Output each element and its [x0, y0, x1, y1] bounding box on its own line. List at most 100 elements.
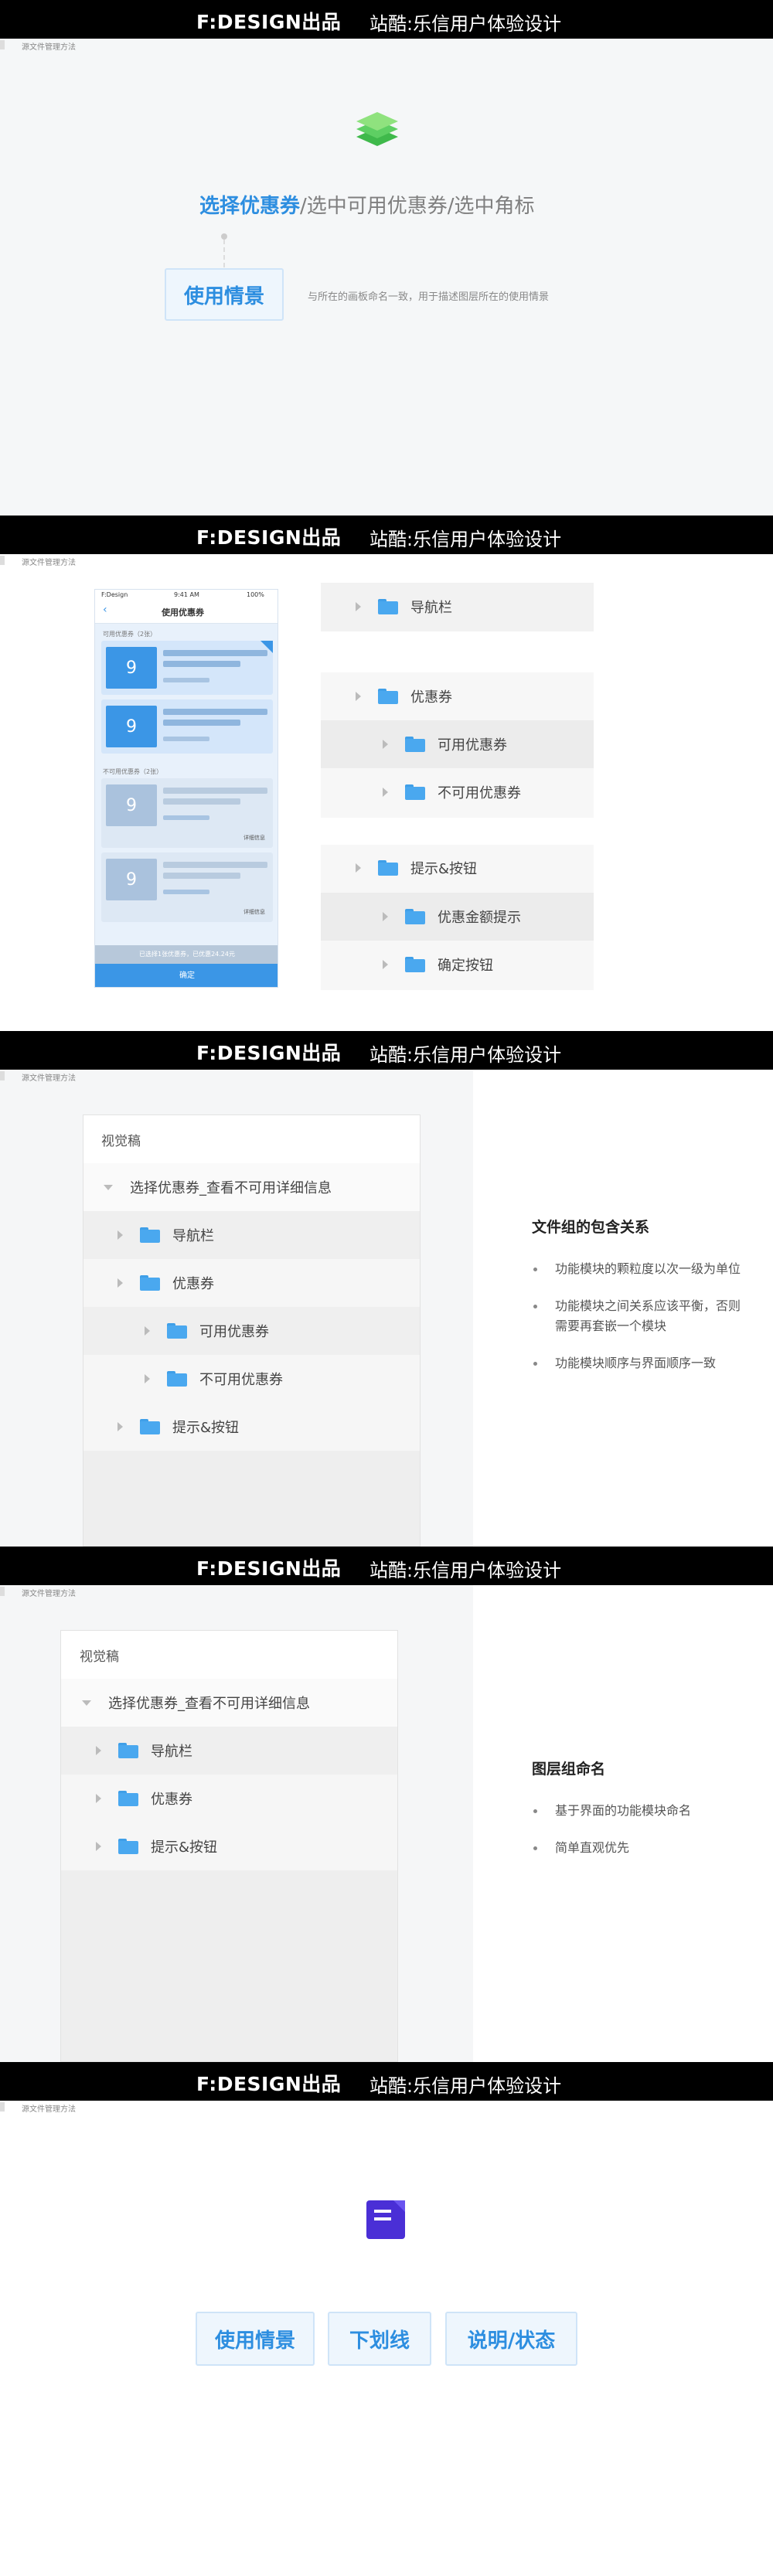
title-rest: /选中可用优惠券/选中角标 — [300, 195, 535, 218]
tree-item-hint[interactable]: 提示&按钮 — [96, 1835, 217, 1858]
banner-logo: F:DESIGN出品 — [196, 1557, 342, 1580]
tree-item-nav[interactable]: 导航栏 — [356, 595, 452, 618]
bullet-list: 基于界面的功能模块命名 简单直观优先 — [532, 1801, 741, 1875]
bullet-item: 功能模块顺序与界面顺序一致 — [532, 1353, 741, 1373]
tree-item-discount-hint[interactable]: 优惠金额提示 — [383, 905, 521, 928]
folder-icon — [118, 1743, 138, 1758]
bullet-list: 功能模块的颗粒度以次一级为单位 功能模块之间关系应该平衡，否则需要再套嵌一个模块… — [532, 1259, 741, 1390]
connector-line — [223, 240, 225, 267]
folder-icon — [167, 1323, 187, 1339]
coupon-card-disabled: 9 详细信息 — [101, 852, 273, 922]
banner-tagline: 站酷:乐信用户体验设计 — [369, 13, 562, 35]
coupon-value: 9 — [106, 859, 157, 900]
folder-icon — [140, 1275, 160, 1291]
expand-icon[interactable] — [96, 1842, 101, 1851]
expand-icon[interactable] — [356, 602, 361, 611]
section-scenario — [0, 0, 773, 516]
expand-icon[interactable] — [356, 863, 361, 873]
bullet-item: 基于界面的功能模块命名 — [532, 1801, 741, 1821]
banner-logo: F:DESIGN出品 — [196, 526, 342, 549]
title-highlight: 选择优惠券 — [199, 195, 301, 218]
expand-icon[interactable] — [145, 1326, 150, 1336]
tree-item-coupon[interactable]: 优惠券 — [96, 1787, 192, 1810]
label-marker — [0, 40, 5, 49]
expand-icon[interactable] — [145, 1374, 150, 1383]
panel-header: 视觉稿 — [80, 1649, 119, 1665]
tree-item-label: 确定按钮 — [438, 958, 493, 974]
more-link[interactable]: 详细信息 — [243, 908, 265, 916]
folder-icon — [405, 784, 425, 800]
status-battery: 100% — [247, 591, 264, 598]
coupon-value: 9 — [106, 647, 157, 689]
tree-root[interactable]: 选择优惠券_查看不可用详细信息 — [104, 1176, 332, 1199]
tree-item-label: 不可用优惠券 — [438, 785, 521, 801]
collapse-icon[interactable] — [104, 1184, 113, 1190]
expand-icon[interactable] — [383, 788, 388, 797]
tree-item-label: 提示&按钮 — [172, 1420, 240, 1436]
tree-item-unavailable[interactable]: 不可用优惠券 — [145, 1367, 283, 1390]
label-marker — [0, 1071, 5, 1080]
back-icon[interactable]: ‹ — [103, 604, 107, 616]
tree-item-hint[interactable]: 提示&按钮 — [117, 1415, 239, 1438]
bullet-item: 功能模块之间关系应该平衡，否则需要再套嵌一个模块 — [532, 1296, 741, 1336]
group-available: 可用优惠券（2张） — [103, 631, 157, 638]
coupon-card[interactable]: 9 — [101, 641, 273, 695]
micro-label: 源文件管理方法 — [22, 1590, 76, 1598]
status-time: 9:41 AM — [174, 591, 199, 598]
banner-logo: F:DESIGN出品 — [196, 1042, 342, 1064]
tree-item-label: 优惠券 — [151, 1792, 192, 1808]
tree-item-unavailable[interactable]: 不可用优惠券 — [383, 781, 521, 804]
tree-root[interactable]: 选择优惠券_查看不可用详细信息 — [82, 1691, 310, 1714]
tree-item-available[interactable]: 可用优惠券 — [145, 1319, 269, 1342]
expand-icon[interactable] — [117, 1422, 123, 1431]
tag-underscore: 下划线 — [328, 2312, 431, 2366]
scenario-tag: 使用情景 — [165, 268, 284, 321]
banner-logo: F:DESIGN出品 — [196, 2073, 342, 2095]
collapse-icon[interactable] — [82, 1700, 91, 1706]
expand-icon[interactable] — [356, 692, 361, 701]
scenario-caption: 与所在的画板命名一致，用于描述图层所在的使用情景 — [308, 291, 550, 303]
expand-icon[interactable] — [96, 1794, 101, 1803]
tree-item-label: 可用优惠券 — [438, 737, 507, 754]
tree-item-label: 优惠券 — [172, 1276, 214, 1292]
micro-label: 源文件管理方法 — [22, 2105, 76, 2114]
expand-icon[interactable] — [383, 912, 388, 921]
status-carrier: F:Design — [101, 591, 128, 598]
banner-logo: F:DESIGN出品 — [196, 11, 342, 33]
scenario-title: 选择优惠券/选中可用优惠券/选中角标 — [199, 190, 586, 219]
tree-root-label: 选择优惠券_查看不可用详细信息 — [108, 1696, 310, 1712]
expand-icon[interactable] — [383, 960, 388, 969]
tree-item-nav[interactable]: 导航栏 — [117, 1223, 214, 1247]
banner-tagline: 站酷:乐信用户体验设计 — [369, 529, 562, 550]
label-marker — [0, 2102, 5, 2112]
nav-bar: ‹ 使用优惠券 — [95, 601, 278, 624]
selected-corner-icon — [261, 641, 273, 653]
folder-icon — [167, 1371, 187, 1387]
coupon-card-disabled: 9 详细信息 — [101, 778, 273, 848]
more-link[interactable]: 详细信息 — [243, 834, 265, 842]
tree-item-coupon[interactable]: 优惠券 — [356, 685, 452, 708]
tree-item-label: 提示&按钮 — [410, 861, 478, 877]
banner-tagline: 站酷:乐信用户体验设计 — [369, 1560, 562, 1581]
micro-label: 源文件管理方法 — [22, 1074, 76, 1083]
confirm-button[interactable]: 确定 — [95, 964, 278, 987]
tree-item-label: 提示&按钮 — [151, 1839, 218, 1856]
tree-item-nav[interactable]: 导航栏 — [96, 1739, 192, 1762]
label-marker — [0, 556, 5, 565]
coupon-card[interactable]: 9 — [101, 699, 273, 754]
banner-tagline: 站酷:乐信用户体验设计 — [369, 1044, 562, 1066]
expand-icon[interactable] — [96, 1746, 101, 1755]
tree-item-coupon[interactable]: 优惠券 — [117, 1271, 214, 1295]
expand-icon[interactable] — [383, 740, 388, 749]
expand-icon[interactable] — [117, 1230, 123, 1240]
nav-title: 使用优惠券 — [162, 607, 204, 618]
section-heading: 文件组的包含关系 — [532, 1219, 650, 1236]
expand-icon[interactable] — [117, 1278, 123, 1288]
tree-item-label: 优惠券 — [410, 689, 452, 706]
layers-icon — [356, 112, 398, 146]
section-heading: 图层组命名 — [532, 1761, 606, 1778]
micro-label: 源文件管理方法 — [22, 559, 76, 567]
tree-item-confirm[interactable]: 确定按钮 — [383, 953, 493, 976]
tree-item-available[interactable]: 可用优惠券 — [383, 733, 507, 756]
tree-item-hint[interactable]: 提示&按钮 — [356, 856, 477, 880]
